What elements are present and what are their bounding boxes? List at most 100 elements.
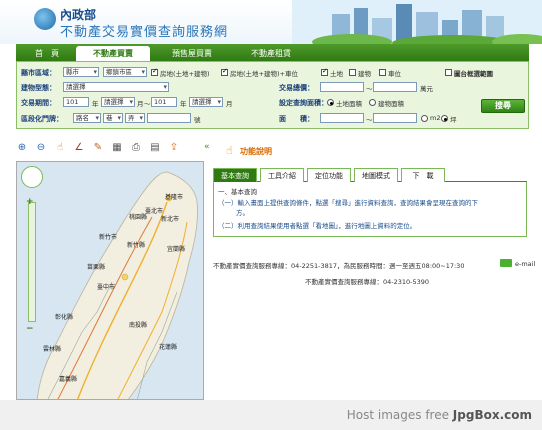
map-label-keelung: 基隆市 (165, 194, 184, 201)
help-step-2: （二）利用查詢結果使用者點選「看地圖」，進行地圖上資料的定位。 (218, 222, 417, 230)
service-hotline-2: 不動產實價查詢服務專線：04-2310-5390 (305, 278, 430, 286)
search-form: 縣市區域： 縣市 鄉鎮市區 房地(土地+建物) 房地(土地+建物)+車位 土地 … (16, 61, 529, 129)
area-setting-label: 設定查詢面積： (279, 99, 328, 107)
print-icon[interactable]: ⎙ (130, 142, 142, 154)
watermark-bar: Host images free JpgBox.com (0, 400, 542, 430)
map-label-taoyuan: 桃園縣 (129, 214, 148, 221)
pin-icon[interactable]: ✎ (92, 142, 104, 154)
map-range-label: 圖台框選範圍 (454, 70, 493, 78)
building-area-radio[interactable] (369, 99, 376, 106)
map-label-nantou: 南投縣 (129, 322, 148, 329)
zoom-in-button[interactable]: + (26, 197, 34, 207)
year-to-input[interactable]: 101 (151, 97, 177, 107)
measure-icon[interactable]: ∠ (73, 142, 85, 154)
month-to-select[interactable]: 請選擇 (189, 97, 223, 107)
list-icon[interactable]: ▦ (111, 142, 123, 154)
tab-map-mode[interactable]: 地圖模式 (354, 168, 398, 182)
area-range-sep: ～ (366, 116, 373, 124)
city-label: 縣市區域： (21, 69, 56, 77)
zoom-slider[interactable] (28, 202, 36, 322)
building-checkbox[interactable] (349, 69, 356, 76)
watermark: Host images free JpgBox.com (347, 408, 532, 422)
district-select[interactable]: 鄉鎮市區 (103, 67, 147, 77)
tab-locate[interactable]: 定位功能 (307, 168, 351, 182)
watermark-brand: JpgBox.com (452, 408, 532, 422)
map-range-checkbox[interactable] (445, 69, 452, 76)
main-nav: 首 頁 不動產買賣 預售屋買賣 不動產租賃 (16, 44, 529, 61)
building-area-label: 建物面積 (378, 100, 404, 108)
house-land-car-label: 房地(土地+建物)+車位 (230, 70, 298, 78)
building-label: 建物 (358, 70, 371, 78)
lane-select[interactable]: 巷 (103, 113, 123, 123)
city-skyline-banner (292, 0, 542, 44)
parking-checkbox[interactable] (379, 69, 386, 76)
price-max-input[interactable] (373, 82, 417, 92)
area-min-input[interactable] (320, 113, 364, 123)
city-select[interactable]: 縣市 (63, 67, 99, 77)
total-price-label: 交易總價： (279, 84, 314, 92)
map-label-new-taipei: 新北市 (161, 216, 180, 223)
export-icon[interactable]: ⇪ (168, 142, 180, 154)
door-label: 區段化門牌： (21, 115, 63, 123)
site-header: 內政部 不動產交易實價查詢服務網 (0, 0, 542, 44)
house-land-car-checkbox[interactable] (221, 67, 228, 76)
zoom-out-button[interactable]: − (26, 324, 34, 334)
email-link[interactable]: e-mail (515, 260, 535, 268)
search-button[interactable]: 搜尋 (481, 99, 525, 113)
price-min-input[interactable] (320, 82, 364, 92)
area-max-input[interactable] (373, 113, 417, 123)
help-link[interactable]: 功能說明 (240, 146, 272, 157)
help-step-1: （一）輸入畫面上提供查詢條件，點選「搜尋」進行資料查詢，查詢結果會呈現在查詢的下 (218, 199, 478, 207)
map-label-taichung: 臺中市 (97, 284, 116, 291)
sqm-label: m2 (430, 114, 441, 122)
help-step-1-cont: 方。 (236, 209, 249, 217)
nav-home[interactable]: 首 頁 (22, 46, 72, 61)
price-unit: 萬元 (420, 85, 433, 93)
month-from-select[interactable]: 請選擇 (101, 97, 135, 107)
ping-radio[interactable] (441, 115, 448, 122)
zoom-in-icon[interactable]: ⊕ (16, 142, 28, 154)
map-label-yilan: 宜蘭縣 (167, 246, 186, 253)
zoom-out-icon[interactable]: ⊖ (35, 142, 47, 154)
number-input[interactable] (147, 113, 191, 123)
help-heading: 一、基本查詢 (218, 188, 257, 196)
taiwan-map[interactable]: + − 基隆市 臺北市 新北市 桃園縣 新竹縣 新竹市 苗栗縣 宜蘭縣 臺中市 … (16, 161, 204, 400)
pan-icon[interactable]: ☝ (54, 142, 66, 154)
house-land-checkbox[interactable] (151, 67, 158, 76)
price-range-sep: ～ (366, 85, 373, 93)
pan-control[interactable] (21, 166, 43, 188)
land-area-radio[interactable] (327, 99, 334, 106)
period-label: 交易期間： (21, 99, 56, 107)
area-label: 面 積： (279, 115, 314, 123)
nav-presale-sales[interactable]: 預售屋買賣 (156, 46, 228, 61)
site-title: 不動產交易實價查詢服務網 (60, 25, 229, 40)
pointer-hand-icon: ☝ (226, 144, 233, 157)
alley-select[interactable]: 弄 (125, 113, 145, 123)
ping-label: 坪 (450, 116, 457, 124)
layer-icon[interactable]: ▤ (149, 142, 161, 154)
map-label-changhua: 彰化縣 (55, 314, 74, 321)
month-unit-from: 月 (137, 100, 144, 108)
collapse-panel-button[interactable]: « (204, 142, 210, 152)
road-select[interactable]: 路名 (73, 113, 101, 123)
building-type-select[interactable]: 請選擇 (63, 82, 169, 92)
map-label-chiayi: 嘉義縣 (59, 376, 78, 383)
watermark-prefix: Host images free (346, 408, 453, 422)
nav-rental[interactable]: 不動產租賃 (234, 46, 308, 61)
tab-basic-query[interactable]: 基本查詢 (213, 168, 257, 182)
building-type-label: 建物型態： (21, 84, 56, 92)
land-area-label: 土地面積 (336, 100, 362, 108)
land-checkbox[interactable] (321, 67, 328, 76)
map-label-miaoli: 苗栗縣 (87, 264, 106, 271)
tab-download[interactable]: 下 載 (401, 168, 445, 182)
map-label-yunlin: 雲林縣 (43, 346, 62, 353)
parking-label: 車位 (388, 70, 401, 78)
land-label: 土地 (330, 70, 343, 78)
year-from-input[interactable]: 101 (63, 97, 89, 107)
ministry-logo (34, 8, 56, 30)
month-unit-to: 月 (226, 100, 233, 108)
nav-real-estate-sales[interactable]: 不動產買賣 (76, 46, 150, 61)
mail-icon[interactable] (500, 259, 512, 267)
tab-tools[interactable]: 工具介紹 (260, 168, 304, 182)
sqm-radio[interactable] (421, 115, 428, 122)
